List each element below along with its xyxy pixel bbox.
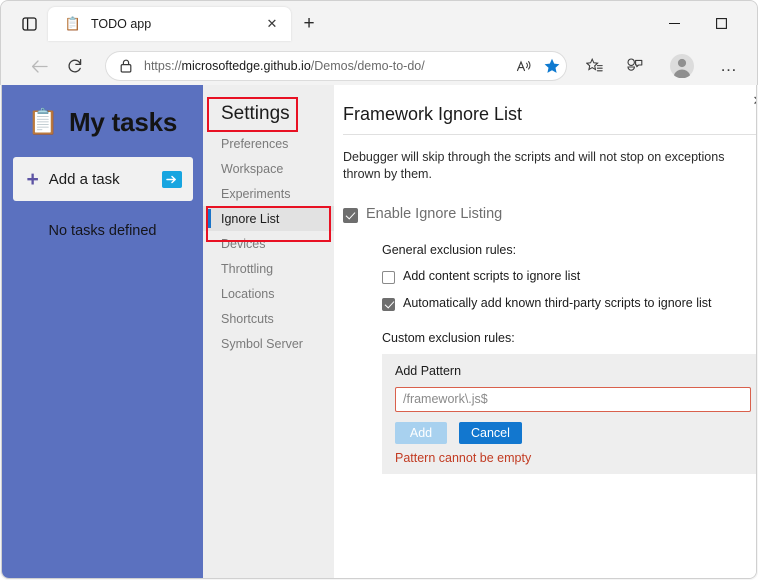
- checkbox-icon[interactable]: [382, 270, 395, 284]
- url-path: /Demos/demo-to-do/: [310, 59, 425, 73]
- sidebar-item-workspace[interactable]: Workspace: [203, 156, 334, 181]
- close-icon[interactable]: ✕: [261, 13, 283, 35]
- add-task-label: Add a task: [48, 170, 120, 188]
- title-bar: 📋 TODO app ✕ +: [1, 1, 757, 46]
- browser-tab-todo-app[interactable]: 📋 TODO app ✕: [48, 7, 291, 41]
- sidebar-item-preferences[interactable]: Preferences: [203, 131, 334, 156]
- sidebar-item-label: Workspace: [221, 161, 284, 176]
- browser-chrome: 📋 TODO app ✕ + https://microsoftedge.git…: [0, 0, 758, 85]
- enable-ignore-listing-checkbox[interactable]: Enable Ignore Listing: [343, 205, 756, 223]
- sidebar-item-shortcuts[interactable]: Shortcuts: [203, 306, 334, 331]
- window-close-button[interactable]: [752, 9, 758, 37]
- settings-nav-list: Preferences Workspace Experiments Ignore Li…: [203, 131, 334, 356]
- maximize-button[interactable]: [705, 9, 737, 37]
- add-pattern-button[interactable]: Add: [395, 421, 447, 444]
- url-text[interactable]: https://microsoftedge.github.io/Demos/de…: [144, 59, 511, 73]
- auto-third-party-label: Automatically add known third-party scri…: [403, 295, 712, 310]
- url-scheme: https://: [144, 59, 182, 73]
- tab-title: TODO app: [91, 17, 152, 31]
- tab-search-icon[interactable]: [18, 14, 40, 34]
- pattern-error-message: Pattern cannot be empty: [395, 450, 532, 465]
- lock-icon[interactable]: [117, 59, 135, 73]
- browser-more-icon[interactable]: …: [714, 51, 744, 81]
- sidebar-item-ignore-list[interactable]: Ignore List: [203, 206, 334, 231]
- auto-third-party-checkbox[interactable]: Automatically add known third-party scri…: [382, 295, 756, 311]
- pattern-button-row: Add Cancel: [395, 421, 751, 444]
- add-content-scripts-label: Add content scripts to ignore list: [403, 268, 581, 283]
- sidebar-item-label: Devices: [221, 236, 266, 251]
- checkbox-icon[interactable]: [382, 297, 395, 311]
- read-aloud-icon[interactable]: [511, 59, 537, 73]
- sidebar-item-symbol-server[interactable]: Symbol Server: [203, 331, 334, 356]
- sidebar-item-label: Ignore List: [221, 211, 280, 226]
- profile-avatar-icon[interactable]: [667, 51, 697, 81]
- back-icon[interactable]: [24, 51, 54, 81]
- sidebar-item-devices[interactable]: Devices: [203, 231, 334, 256]
- url-host: microsoftedge.github.io: [181, 59, 311, 73]
- pattern-input[interactable]: [395, 386, 751, 412]
- enable-ignore-listing-label: Enable Ignore Listing: [366, 205, 503, 222]
- sidebar-item-experiments[interactable]: Experiments: [203, 181, 334, 206]
- favorites-icon[interactable]: [579, 51, 609, 81]
- collections-icon[interactable]: [619, 51, 649, 81]
- panel-title: Framework Ignore List: [343, 104, 523, 124]
- reload-icon[interactable]: [60, 51, 90, 81]
- exclusion-rules-group: General exclusion rules: Add content scr…: [343, 242, 756, 474]
- sidebar-item-throttling[interactable]: Throttling: [203, 256, 334, 281]
- clipboard-icon: 📋: [64, 16, 82, 31]
- ignore-list-panel: ✕ Framework Ignore List Debugger will sk…: [334, 85, 756, 578]
- general-exclusion-heading: General exclusion rules:: [382, 242, 517, 257]
- empty-state-text: No tasks defined: [48, 223, 157, 239]
- favorite-star-icon[interactable]: [537, 58, 567, 74]
- page-viewport: 📋 My tasks + Add a task No tasks defined…: [1, 85, 757, 579]
- sidebar-item-label: Throttling: [221, 261, 274, 276]
- browser-window: 📋 TODO app ✕ + https://microsoftedge.git…: [0, 0, 758, 580]
- clipboard-icon: 📋: [27, 107, 59, 136]
- add-pattern-box: Add Pattern Add Cancel Pattern cannot be…: [382, 353, 756, 474]
- panel-description: Debugger will skip through the scripts a…: [343, 150, 725, 182]
- page-title: My tasks: [68, 106, 178, 137]
- todo-app-sidebar: 📋 My tasks + Add a task No tasks defined: [2, 85, 203, 578]
- checkbox-icon[interactable]: [343, 207, 358, 223]
- add-pattern-label: Add Pattern: [395, 363, 462, 378]
- address-bar[interactable]: https://microsoftedge.github.io/Demos/de…: [105, 51, 567, 81]
- sidebar-item-label: Symbol Server: [221, 336, 303, 351]
- new-tab-button[interactable]: +: [297, 12, 321, 36]
- panel-close-icon[interactable]: ✕: [747, 90, 756, 112]
- sidebar-item-label: Preferences: [221, 136, 289, 151]
- sidebar-item-label: Experiments: [221, 186, 291, 201]
- minimize-button[interactable]: [658, 9, 690, 37]
- sidebar-item-label: Shortcuts: [221, 311, 274, 326]
- sidebar-item-locations[interactable]: Locations: [203, 281, 334, 306]
- devtools-settings-nav: Settings Preferences Workspace Experiments…: [203, 85, 334, 578]
- navigation-bar: https://microsoftedge.github.io/Demos/de…: [1, 46, 757, 85]
- custom-exclusion-heading: Custom exclusion rules:: [382, 330, 515, 345]
- add-content-scripts-checkbox[interactable]: Add content scripts to ignore list: [382, 268, 756, 284]
- settings-heading: Settings: [221, 103, 290, 124]
- todo-header: 📋 My tasks: [2, 99, 203, 145]
- cancel-pattern-button[interactable]: Cancel: [459, 421, 522, 444]
- submit-arrow-icon[interactable]: [161, 170, 182, 188]
- sidebar-item-label: Locations: [221, 286, 275, 301]
- plus-icon: +: [26, 167, 39, 191]
- add-task-button[interactable]: + Add a task: [12, 157, 193, 201]
